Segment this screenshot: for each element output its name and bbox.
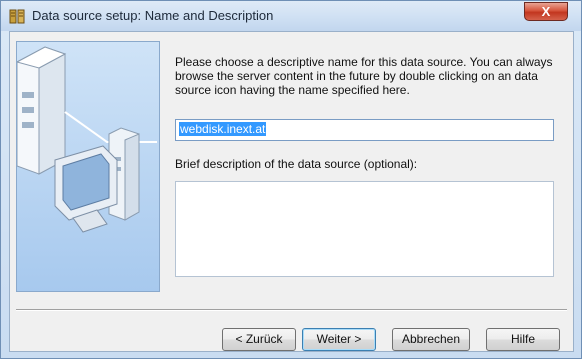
description-label: Brief description of the data source (op… [175,157,418,171]
app-icon [9,9,25,24]
wizard-banner-image [16,41,160,292]
cancel-button[interactable]: Abbrechen [392,328,470,351]
title-bar[interactable]: Data source setup: Name and Description … [1,1,581,31]
help-button[interactable]: Hilfe [486,328,560,351]
server-computer-illustration [17,46,157,233]
next-button[interactable]: Weiter > [302,328,376,351]
description-textarea[interactable] [175,181,554,277]
separator [16,309,567,311]
name-input-value: webdisk.inext.at [179,122,267,136]
window-title: Data source setup: Name and Description [32,8,274,23]
data-source-name-input[interactable]: webdisk.inext.at [175,119,554,141]
close-icon: X [541,4,551,19]
back-button[interactable]: < Zurück [222,328,296,351]
wizard-window: Data source setup: Name and Description … [0,0,582,359]
instructions-text: Please choose a descriptive name for thi… [175,55,553,97]
close-button[interactable]: X [524,2,568,21]
dialog-client: Please choose a descriptive name for thi… [9,31,574,352]
